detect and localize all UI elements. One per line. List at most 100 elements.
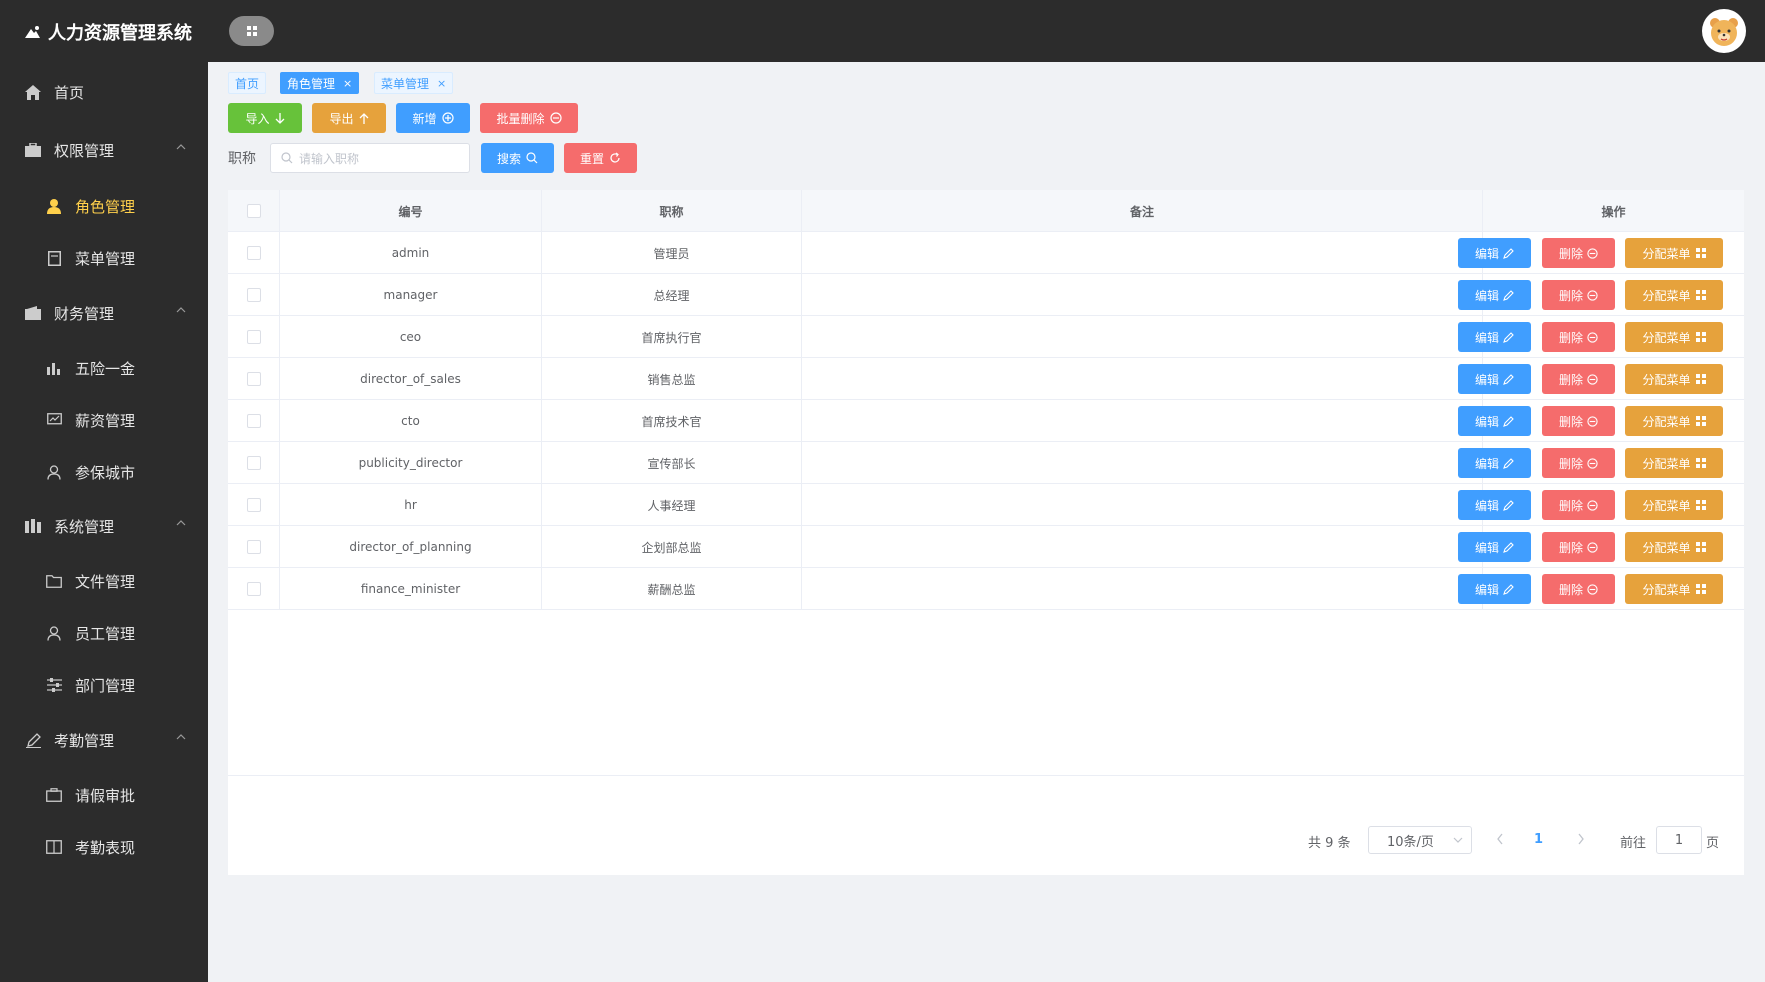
sidebar-item-employee-management[interactable]: 员工管理 xyxy=(0,613,208,653)
delete-button[interactable]: 删除 xyxy=(1542,238,1615,268)
refresh-icon xyxy=(609,152,621,164)
search-button-label: 搜索 xyxy=(496,151,521,166)
row-checkbox[interactable] xyxy=(246,456,261,470)
column-header-actions: 操作 xyxy=(1601,204,1626,219)
delete-label: 删除 xyxy=(1558,372,1583,387)
page-number[interactable]: 1 xyxy=(1534,832,1543,847)
row-checkbox[interactable] xyxy=(246,540,261,554)
row-checkbox-cell xyxy=(228,400,280,442)
delete-button[interactable]: 删除 xyxy=(1542,322,1615,352)
delete-button[interactable]: 删除 xyxy=(1542,364,1615,394)
delete-button[interactable]: 删除 xyxy=(1542,280,1615,310)
reset-button[interactable]: 重置 xyxy=(564,143,637,173)
sidebar-item-attendance-performance[interactable]: 考勤表现 xyxy=(0,827,208,867)
edit-button[interactable]: 编辑 xyxy=(1458,574,1531,604)
assign-menu-button[interactable]: 分配菜单 xyxy=(1625,322,1723,352)
row-checkbox[interactable] xyxy=(246,330,261,344)
plus-circle-icon xyxy=(441,112,454,124)
import-button[interactable]: 导入 xyxy=(228,103,302,133)
grid-icon xyxy=(246,26,257,36)
tag-home[interactable]: 首页 xyxy=(228,72,267,94)
delete-button[interactable]: 删除 xyxy=(1542,574,1615,604)
sidebar-item-insured-city[interactable]: 参保城市 xyxy=(0,452,208,492)
edit-label: 编辑 xyxy=(1474,330,1499,345)
edit-button[interactable]: 编辑 xyxy=(1458,364,1531,394)
collapse-menu-button[interactable] xyxy=(229,16,274,46)
delete-button[interactable]: 删除 xyxy=(1542,532,1615,562)
assign-menu-button[interactable]: 分配菜单 xyxy=(1625,238,1723,268)
tag-label: 菜单管理 xyxy=(381,76,430,91)
sidebar-item-role-management[interactable]: 角色管理 xyxy=(0,186,208,226)
sidebar-group-system[interactable]: 系统管理 xyxy=(0,506,208,546)
sidebar-group-permission[interactable]: 权限管理 xyxy=(0,130,208,170)
total-count: 共 9 条 xyxy=(1308,836,1351,851)
delete-button[interactable]: 删除 xyxy=(1542,406,1615,436)
search-icon xyxy=(281,152,293,164)
cell-code: director_of_sales xyxy=(280,358,542,400)
sidebar-item-label: 菜单管理 xyxy=(75,249,136,268)
next-page-button[interactable] xyxy=(1577,830,1585,849)
edit-button[interactable]: 编辑 xyxy=(1458,532,1531,562)
tag-role-management[interactable]: 角色管理 × xyxy=(280,72,360,94)
cell-title: 人事经理 xyxy=(542,484,802,526)
goto-page-input[interactable] xyxy=(1656,826,1702,854)
edit-button[interactable]: 编辑 xyxy=(1458,280,1531,310)
tag-menu-management[interactable]: 菜单管理 × xyxy=(374,72,454,94)
sidebar-item-insurance-fund[interactable]: 五险一金 xyxy=(0,348,208,388)
edit-button[interactable]: 编辑 xyxy=(1458,490,1531,520)
search-button[interactable]: 搜索 xyxy=(481,143,554,173)
cell-title: 总经理 xyxy=(542,274,802,316)
sidebar-item-home[interactable]: 首页 xyxy=(0,72,208,112)
delete-button[interactable]: 删除 xyxy=(1542,490,1615,520)
edit-button[interactable]: 编辑 xyxy=(1458,238,1531,268)
delete-label: 删除 xyxy=(1558,498,1583,513)
sidebar-item-leave-approval[interactable]: 请假审批 xyxy=(0,775,208,815)
search-icon xyxy=(526,152,538,164)
assign-menu-button[interactable]: 分配菜单 xyxy=(1625,364,1723,394)
assign-menu-button[interactable]: 分配菜单 xyxy=(1625,280,1723,310)
select-all-checkbox[interactable] xyxy=(246,204,261,218)
sidebar-item-menu-management[interactable]: 菜单管理 xyxy=(0,238,208,278)
add-button[interactable]: 新增 xyxy=(396,103,470,133)
edit-button[interactable]: 编辑 xyxy=(1458,322,1531,352)
assign-menu-button[interactable]: 分配菜单 xyxy=(1625,406,1723,436)
sidebar-item-salary-management[interactable]: 薪资管理 xyxy=(0,400,208,440)
row-checkbox[interactable] xyxy=(246,372,261,386)
add-label: 新增 xyxy=(412,111,437,126)
close-icon[interactable]: × xyxy=(343,77,352,90)
table-row: admin 管理员 编辑 删除 分配菜单 xyxy=(228,232,1744,274)
sidebar-item-label: 文件管理 xyxy=(75,572,136,591)
sidebar-item-file-management[interactable]: 文件管理 xyxy=(0,561,208,601)
cell-note xyxy=(802,358,1483,400)
row-checkbox[interactable] xyxy=(246,414,261,428)
edit-button[interactable]: 编辑 xyxy=(1458,406,1531,436)
row-checkbox[interactable] xyxy=(246,246,261,260)
user-outline-icon xyxy=(45,463,63,481)
minus-circle-icon xyxy=(1587,499,1598,511)
batch-delete-button[interactable]: 批量删除 xyxy=(480,103,578,133)
sidebar-group-finance[interactable]: 财务管理 xyxy=(0,293,208,333)
search-input[interactable]: 请输入职称 xyxy=(270,143,470,173)
export-button[interactable]: 导出 xyxy=(312,103,386,133)
row-checkbox[interactable] xyxy=(246,288,261,302)
assign-menu-button[interactable]: 分配菜单 xyxy=(1625,490,1723,520)
close-icon[interactable]: × xyxy=(437,77,446,90)
assign-menu-button[interactable]: 分配菜单 xyxy=(1625,448,1723,478)
sidebar-group-attendance[interactable]: 考勤管理 xyxy=(0,720,208,760)
prev-page-button[interactable] xyxy=(1496,830,1504,849)
cell-code: ceo xyxy=(280,316,542,358)
assign-menu-button[interactable]: 分配菜单 xyxy=(1625,532,1723,562)
page-size-select[interactable]: 10条/页 xyxy=(1368,826,1472,854)
row-checkbox[interactable] xyxy=(246,582,261,596)
minus-circle-icon xyxy=(549,112,562,124)
cell-note xyxy=(802,232,1483,274)
edit-button[interactable]: 编辑 xyxy=(1458,448,1531,478)
row-checkbox[interactable] xyxy=(246,498,261,512)
minus-circle-icon xyxy=(1587,289,1598,301)
books-icon xyxy=(24,517,42,535)
user-avatar[interactable] xyxy=(1702,9,1746,53)
row-checkbox-cell xyxy=(228,442,280,484)
delete-button[interactable]: 删除 xyxy=(1542,448,1615,478)
assign-menu-button[interactable]: 分配菜单 xyxy=(1625,574,1723,604)
sidebar-item-department-management[interactable]: 部门管理 xyxy=(0,665,208,705)
